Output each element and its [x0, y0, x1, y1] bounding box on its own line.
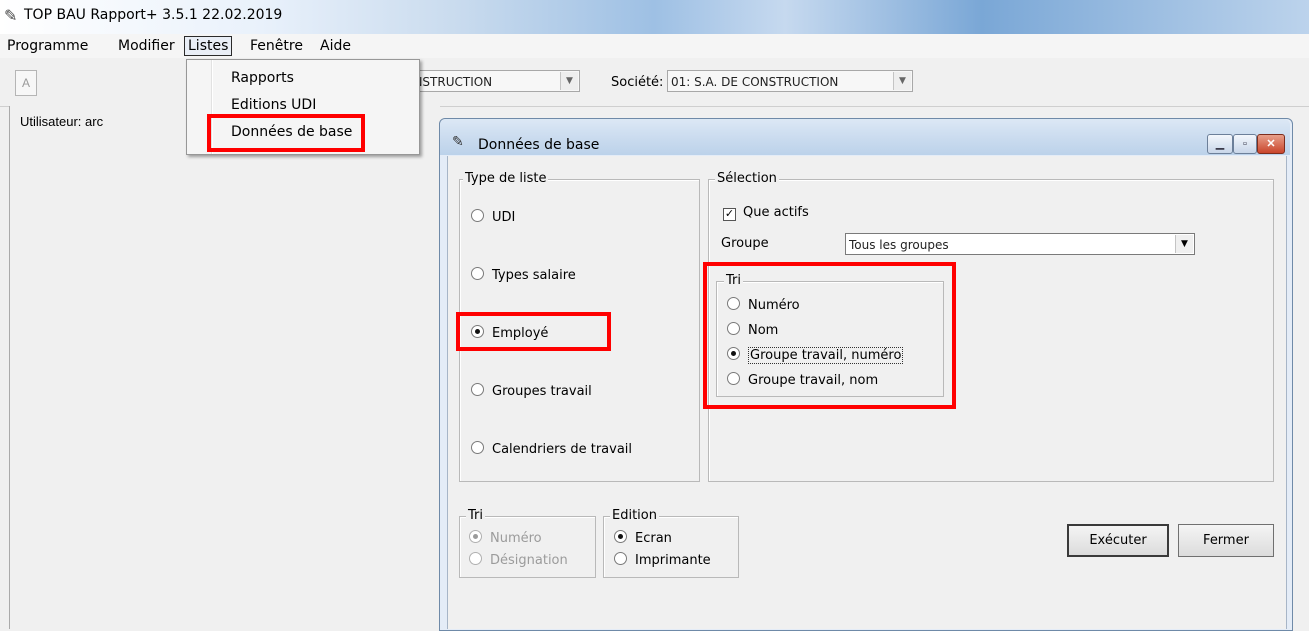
radio-label: Ecran — [635, 531, 672, 546]
radio-label: Groupe travail, numéro — [748, 347, 904, 364]
radio-checked-icon — [469, 530, 482, 543]
radio-icon — [614, 552, 627, 565]
left-panel — [9, 106, 440, 629]
minimize-button[interactable]: ▁ — [1207, 134, 1233, 154]
radio-icon — [471, 441, 484, 454]
radio-tri-nom[interactable]: Nom — [727, 322, 778, 338]
radio-types-salaire[interactable]: Types salaire — [471, 267, 576, 283]
radio-label: Désignation — [490, 553, 568, 568]
radio-checked-icon — [471, 325, 484, 338]
menu-item-editions-udi[interactable]: Editions UDI — [231, 97, 316, 113]
radio-icon — [727, 372, 740, 385]
edition-group — [603, 516, 739, 578]
tri-bottom-title: Tri — [466, 508, 485, 523]
menu-aide[interactable]: Aide — [317, 37, 354, 55]
radio-calendriers[interactable]: Calendriers de travail — [471, 441, 632, 457]
radio-icon — [727, 297, 740, 310]
dialog-title: Données de base — [478, 137, 600, 153]
menu-item-donnees-de-base[interactable]: Données de base — [231, 124, 352, 140]
minimize-icon: ▁ — [1215, 138, 1225, 150]
dialog-icon: ✎ — [452, 133, 464, 149]
tri-bottom-group — [459, 516, 596, 578]
window-title: TOP BAU Rapport+ 3.5.1 22.02.2019 — [24, 7, 283, 23]
chevron-down-icon[interactable]: ▼ — [1175, 235, 1193, 253]
radio-bottom-designation[interactable]: Désignation — [469, 552, 568, 568]
close-icon: ✕ — [1266, 138, 1276, 150]
radio-label: Employé — [492, 326, 549, 341]
tri-title: Tri — [724, 273, 743, 288]
radio-label: Nom — [748, 323, 779, 338]
radio-ecran[interactable]: Ecran — [614, 530, 672, 546]
radio-udi[interactable]: UDI — [471, 209, 515, 225]
radio-icon — [471, 383, 484, 396]
groupe-select[interactable]: Tous les groupes ▼ — [845, 233, 1195, 255]
fermer-button[interactable]: Fermer — [1178, 524, 1274, 557]
menu-modifier[interactable]: Modifier — [115, 37, 178, 55]
radio-tri-numero[interactable]: Numéro — [727, 297, 800, 313]
radio-label: UDI — [492, 210, 516, 225]
radio-label: Types salaire — [492, 268, 576, 283]
maximize-icon: ▫ — [1243, 138, 1247, 150]
radio-label: Numéro — [748, 298, 800, 313]
radio-label: Numéro — [490, 531, 542, 546]
app-icon: ✎ — [4, 8, 18, 25]
societe-combo[interactable]: 01: S.A. DE CONSTRUCTION ▼ — [667, 70, 913, 92]
listes-dropdown-menu: Rapports Editions UDI Données de base — [186, 59, 420, 155]
menu-item-rapports[interactable]: Rapports — [231, 70, 294, 86]
radio-label: Imprimante — [635, 553, 711, 568]
radio-label: Calendriers de travail — [492, 442, 633, 457]
chevron-down-icon[interactable]: ▼ — [893, 72, 911, 90]
radio-imprimante[interactable]: Imprimante — [614, 552, 711, 568]
radio-icon — [471, 267, 484, 280]
menu-fenetre[interactable]: Fenêtre — [247, 37, 306, 55]
selection-title: Sélection — [715, 171, 779, 186]
radio-checked-icon — [727, 347, 740, 360]
groupe-label: Groupe — [721, 236, 769, 251]
radio-tri-groupe-nom[interactable]: Groupe travail, nom — [727, 372, 878, 388]
radio-employe[interactable]: Employé — [471, 325, 548, 341]
user-label: Utilisateur: arc — [20, 114, 104, 129]
menu-separator — [211, 60, 213, 154]
menu-programme[interactable]: Programme — [4, 37, 91, 55]
maximize-button[interactable]: ▫ — [1233, 134, 1257, 154]
executer-button[interactable]: Exécuter — [1067, 524, 1169, 557]
radio-groupes-travail[interactable]: Groupes travail — [471, 383, 592, 399]
company-combo[interactable]: ONSTRUCTION ▼ — [400, 70, 580, 92]
radio-icon — [727, 322, 740, 335]
radio-icon — [469, 552, 482, 565]
menu-listes[interactable]: Listes — [184, 36, 233, 56]
societe-combo-value: 01: S.A. DE CONSTRUCTION — [671, 75, 839, 89]
edition-title: Edition — [610, 508, 659, 523]
radio-label: Groupes travail — [492, 384, 592, 399]
menu-bar: Programme Modifier Listes Fenêtre Aide — [0, 34, 1309, 59]
radio-label: Groupe travail, nom — [748, 373, 879, 388]
checkbox-label: Que actifs — [743, 205, 809, 220]
radio-tri-groupe-numero[interactable]: Groupe travail, numéro — [727, 347, 904, 364]
radio-bottom-numero[interactable]: Numéro — [469, 530, 542, 546]
societe-label: Société: — [611, 75, 664, 90]
checkmark-icon: ✓ — [723, 207, 736, 221]
close-button[interactable]: ✕ — [1257, 134, 1285, 154]
radio-checked-icon — [614, 530, 627, 543]
a-button[interactable]: A — [15, 70, 37, 96]
groupe-select-value: Tous les groupes — [849, 238, 949, 252]
chevron-down-icon[interactable]: ▼ — [560, 72, 578, 90]
radio-icon — [471, 209, 484, 222]
type-liste-title: Type de liste — [463, 171, 549, 186]
que-actifs-checkbox[interactable]: ✓ Que actifs — [723, 205, 809, 221]
